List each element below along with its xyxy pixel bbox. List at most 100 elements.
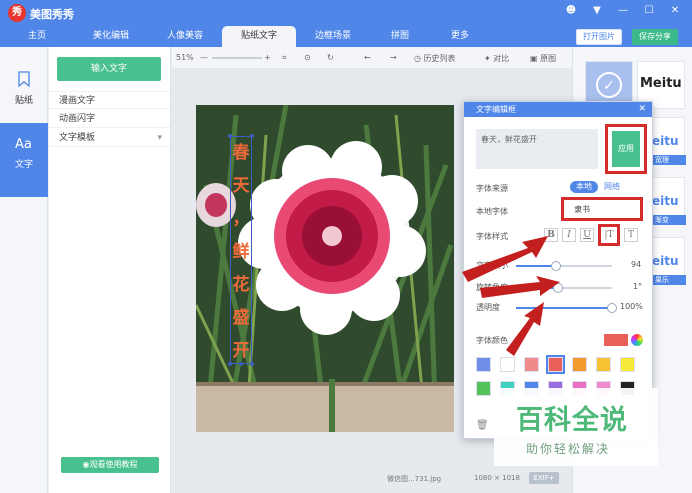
tab-sticker-text[interactable]: 贴纸文字 xyxy=(222,26,296,47)
window-controls: ☻ ▼ — ☐ ✕ xyxy=(564,5,682,16)
save-share-button[interactable]: 保存分享 xyxy=(632,29,678,45)
resize-handle[interactable] xyxy=(228,362,232,366)
local-font-value: 隶书 xyxy=(574,205,590,214)
rotate-icon[interactable]: ↻ xyxy=(327,53,334,62)
chevron-down-icon: ▾ xyxy=(157,133,162,143)
color-swatch[interactable] xyxy=(572,357,587,372)
undo-icon[interactable]: ← xyxy=(364,53,371,62)
zoom-in-icon[interactable]: + xyxy=(264,53,271,62)
nav-text-label: 文字 xyxy=(14,160,33,170)
nav-text[interactable]: Aa 文字 xyxy=(0,123,48,197)
crop-icon[interactable]: ⌗ xyxy=(282,53,287,63)
compare-icon: ✦ xyxy=(484,54,494,63)
color-picker-icon[interactable] xyxy=(631,334,643,346)
input-text-button[interactable]: 输入文字 xyxy=(57,57,161,81)
local-font-select[interactable]: 隶书 xyxy=(561,197,643,221)
feedback-icon[interactable]: ☻ xyxy=(564,5,578,16)
opacity-slider[interactable] xyxy=(516,303,617,313)
opacity-slider-knob[interactable] xyxy=(607,303,617,313)
redo-icon[interactable]: → xyxy=(390,53,397,62)
vertical-text-button[interactable]: |T xyxy=(598,224,620,246)
opacity-value: 100% xyxy=(620,302,643,311)
color-swatch[interactable] xyxy=(500,357,515,372)
font-color-label: 字体颜色 xyxy=(476,336,508,345)
text-options-panel: 输入文字 漫画文字 动画闪字 文字模板 ▾ ◉观看使用教程 xyxy=(49,47,171,493)
exif-button[interactable]: EXIF+ xyxy=(529,472,559,484)
dialog-header: 文字编辑框 ✕ xyxy=(464,102,652,117)
underline-button[interactable]: U xyxy=(580,228,594,242)
tab-more[interactable]: 更多 xyxy=(430,26,490,47)
font-source-web[interactable]: 网络 xyxy=(598,181,626,193)
color-swatch[interactable] xyxy=(546,355,565,374)
resize-handle[interactable] xyxy=(228,134,232,138)
tab-beautify[interactable]: 美化编辑 xyxy=(74,26,148,47)
nav-sticker[interactable]: 贴纸 xyxy=(0,59,48,119)
original-button[interactable]: ▣ 原图 xyxy=(530,53,556,64)
size-label: 文字大小 xyxy=(476,261,508,270)
svg-text:Aa: Aa xyxy=(15,137,32,151)
text-char: 春 xyxy=(232,143,250,163)
close-icon[interactable]: ✕ xyxy=(638,102,646,117)
rotation-slider[interactable] xyxy=(516,283,612,293)
left-sidebar: 贴纸 Aa 文字 xyxy=(0,47,48,493)
current-color-swatch[interactable] xyxy=(604,334,628,346)
bold-button[interactable]: B xyxy=(544,228,558,242)
watch-tutorial-button[interactable]: ◉观看使用教程 xyxy=(61,457,159,473)
tab-frame[interactable]: 边框场景 xyxy=(296,26,370,47)
magnify-icon[interactable]: ⊙ xyxy=(304,53,311,62)
size-slider[interactable] xyxy=(516,261,612,271)
watermark-title: 百科全说 xyxy=(516,405,628,436)
text-char: 鲜 xyxy=(232,242,250,262)
open-image-button[interactable]: 打开图片 xyxy=(576,29,622,45)
list-item[interactable]: 动画闪字 xyxy=(49,110,170,128)
resize-handle[interactable] xyxy=(250,362,254,366)
color-swatch[interactable] xyxy=(476,381,491,396)
rotation-label: 旋转角度 xyxy=(476,283,508,292)
image-dimensions: 1080 × 1018 xyxy=(474,474,520,482)
nav-sticker-label: 贴纸 xyxy=(14,96,33,106)
italic-button[interactable]: I xyxy=(562,228,576,242)
shadow-text-button[interactable]: T xyxy=(624,228,638,242)
close-icon[interactable]: ✕ xyxy=(668,5,682,16)
canvas-toolbar: 51% — + ⌗ ⊙ ↻ ← → ◷ 历史列表 ✦ 对比 ▣ 原图 xyxy=(172,47,572,69)
text-char: 花 xyxy=(232,275,250,295)
resize-handle[interactable] xyxy=(250,134,254,138)
text-char: ， xyxy=(232,209,250,229)
photo-preview[interactable]: 春 天 ， 鲜 花 盛 开 xyxy=(196,105,454,432)
size-slider-knob[interactable] xyxy=(551,261,561,271)
color-swatch[interactable] xyxy=(476,357,491,372)
rotation-slider-knob[interactable] xyxy=(553,283,563,293)
resize-handle[interactable] xyxy=(239,362,243,366)
color-swatch[interactable] xyxy=(524,357,539,372)
template-label: Meitu xyxy=(640,76,682,91)
original-label: 原图 xyxy=(540,54,557,63)
watermark: 百科全说 助你轻松解决 xyxy=(494,388,658,466)
tab-collage[interactable]: 拼图 xyxy=(370,26,430,47)
compare-button[interactable]: ✦ 对比 xyxy=(484,53,509,64)
font-source-label: 字体来源 xyxy=(476,184,508,193)
menu-icon[interactable]: ▼ xyxy=(590,5,604,16)
font-style-buttons: B I U |T T xyxy=(544,224,638,246)
list-item[interactable]: 漫画文字 xyxy=(49,91,170,109)
color-swatch[interactable] xyxy=(620,357,635,372)
rotation-slider-fill xyxy=(516,287,558,289)
color-swatch[interactable] xyxy=(596,357,611,372)
font-source-toggle: 本地 网络 xyxy=(570,181,626,193)
title-bar: 秀 美图秀秀 ☻ ▼ — ☐ ✕ xyxy=(0,0,692,26)
tab-portrait[interactable]: 人像美容 xyxy=(148,26,222,47)
text-content-input[interactable]: 春天，鲜花盛开 xyxy=(476,129,598,169)
rotation-value: 1° xyxy=(633,282,643,291)
tab-home[interactable]: 主页 xyxy=(0,26,74,47)
font-source-local[interactable]: 本地 xyxy=(570,181,598,193)
clock-icon: ◷ xyxy=(414,54,424,63)
zoom-slider[interactable] xyxy=(212,57,262,59)
zoom-out-icon[interactable]: — xyxy=(200,53,208,62)
apply-button[interactable]: 应用 xyxy=(612,131,640,167)
trash-icon[interactable]: 🗑 xyxy=(476,420,489,432)
maximize-icon[interactable]: ☐ xyxy=(642,5,656,16)
image-icon: ▣ xyxy=(530,54,541,63)
list-item[interactable]: 文字模板 ▾ xyxy=(49,129,170,147)
history-button[interactable]: ◷ 历史列表 xyxy=(414,53,456,64)
minimize-icon[interactable]: — xyxy=(616,5,630,16)
vertical-text-box[interactable]: 春 天 ， 鲜 花 盛 开 xyxy=(228,134,254,366)
